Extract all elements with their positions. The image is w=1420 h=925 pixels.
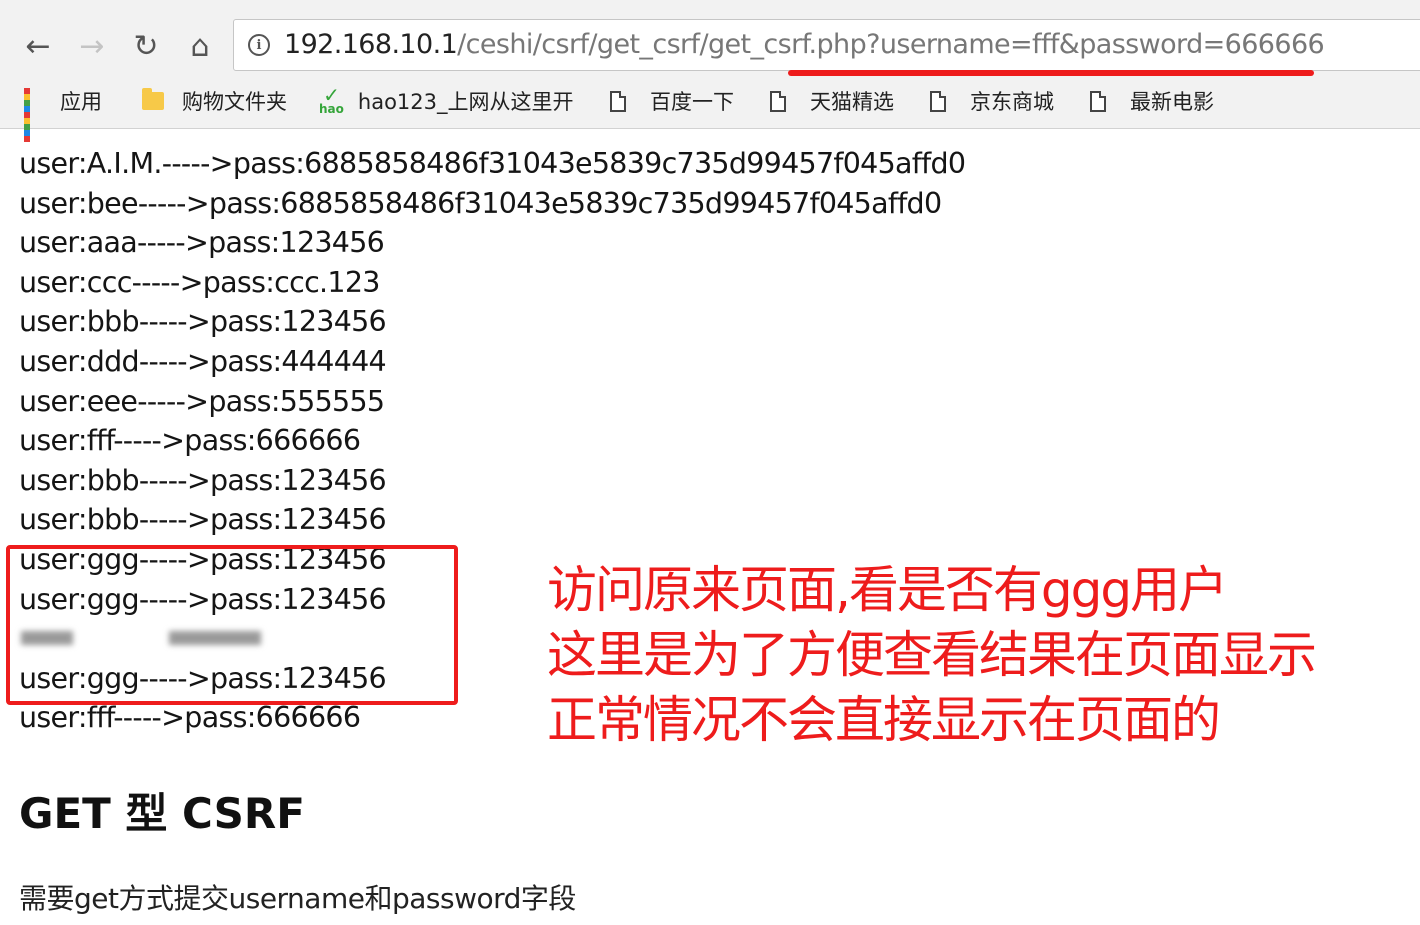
back-arrow-icon[interactable]: ← <box>18 26 58 66</box>
apps-grid-icon <box>24 88 50 142</box>
bookmark-label: 最新电影 <box>1130 90 1214 114</box>
forward-arrow-icon[interactable]: → <box>72 26 112 66</box>
annotation-line: 正常情况不会直接显示在页面的 <box>547 691 1221 749</box>
bookmark-hao123[interactable]: ✓ hao hao123_上网从这里开 <box>319 82 581 120</box>
user-record: user:fff----->pass:666666 <box>19 424 361 458</box>
user-record: user:bee----->pass:6885858486f31043e5839… <box>19 186 942 220</box>
url-path: /ceshi/csrf/get_csrf/get_csrf.php?userna… <box>457 29 1325 60</box>
user-record: user:bbb----->pass:123456 <box>19 463 387 497</box>
bookmark-label: 百度一下 <box>650 90 734 114</box>
annotation-line: 这里是为了方便查看结果在页面显示 <box>547 626 1317 684</box>
page-title: GET 型 CSRF <box>19 789 305 838</box>
user-record: user:ddd----->pass:444444 <box>19 344 387 378</box>
bookmark-label: 京东商城 <box>970 90 1054 114</box>
bookmark-label: 天猫精选 <box>810 90 894 114</box>
hao123-icon: ✓ hao <box>319 83 344 116</box>
page-icon <box>1090 90 1106 112</box>
red-underline-annotation <box>788 70 1314 76</box>
annotation-note: 访问原来页面,看是否有ggg用户 这里是为了方便查看结果在页面显示 正常情况不会… <box>547 558 1317 753</box>
user-record: user:aaa----->pass:123456 <box>19 226 385 260</box>
address-bar[interactable]: i 192.168.10.1/ceshi/csrf/get_csrf/get_c… <box>233 19 1420 71</box>
highlight-box-annotation <box>6 545 458 705</box>
user-record: user:bbb----->pass:123456 <box>19 305 387 339</box>
bookmark-jd[interactable]: 京东商城 <box>930 82 1054 120</box>
page-icon <box>610 90 626 112</box>
info-icon[interactable]: i <box>248 34 270 56</box>
user-record: user:eee----->pass:555555 <box>19 384 385 418</box>
bookmark-apps[interactable]: 应用 <box>24 82 102 142</box>
reload-icon[interactable]: ↻ <box>126 26 166 66</box>
bookmark-movies[interactable]: 最新电影 <box>1090 82 1214 120</box>
annotation-line: 访问原来页面,看是否有ggg用户 <box>547 561 1228 619</box>
bookmark-baidu[interactable]: 百度一下 <box>610 82 734 120</box>
page-icon <box>930 90 946 112</box>
bookmark-shopping-folder[interactable]: 购物文件夹 <box>142 82 287 120</box>
folder-icon <box>142 88 164 110</box>
user-record: user:ccc----->pass:ccc.123 <box>19 265 380 299</box>
bookmarks-bar: 应用 购物文件夹 ✓ hao hao123_上网从这里开 百度一下 天猫精选 京东… <box>0 82 1420 142</box>
url-text[interactable]: 192.168.10.1/ceshi/csrf/get_csrf/get_csr… <box>284 29 1325 60</box>
user-record: user:bbb----->pass:123456 <box>19 503 387 537</box>
bookmark-label: hao123_上网从这里开 <box>357 90 574 114</box>
browser-toolbar: ← → ↻ ⌂ i 192.168.10.1/ceshi/csrf/get_cs… <box>0 0 1420 142</box>
bookmark-tmall[interactable]: 天猫精选 <box>770 82 894 120</box>
bookmark-label: 购物文件夹 <box>182 90 287 114</box>
user-record: user:A.I.M.----->pass:6885858486f31043e5… <box>19 147 966 180</box>
home-icon[interactable]: ⌂ <box>180 26 220 66</box>
bookmark-label: 应用 <box>60 90 102 114</box>
page-description: 需要get方式提交username和password字段 <box>19 882 576 915</box>
page-icon <box>770 90 786 112</box>
url-host: 192.168.10.1 <box>284 29 458 60</box>
